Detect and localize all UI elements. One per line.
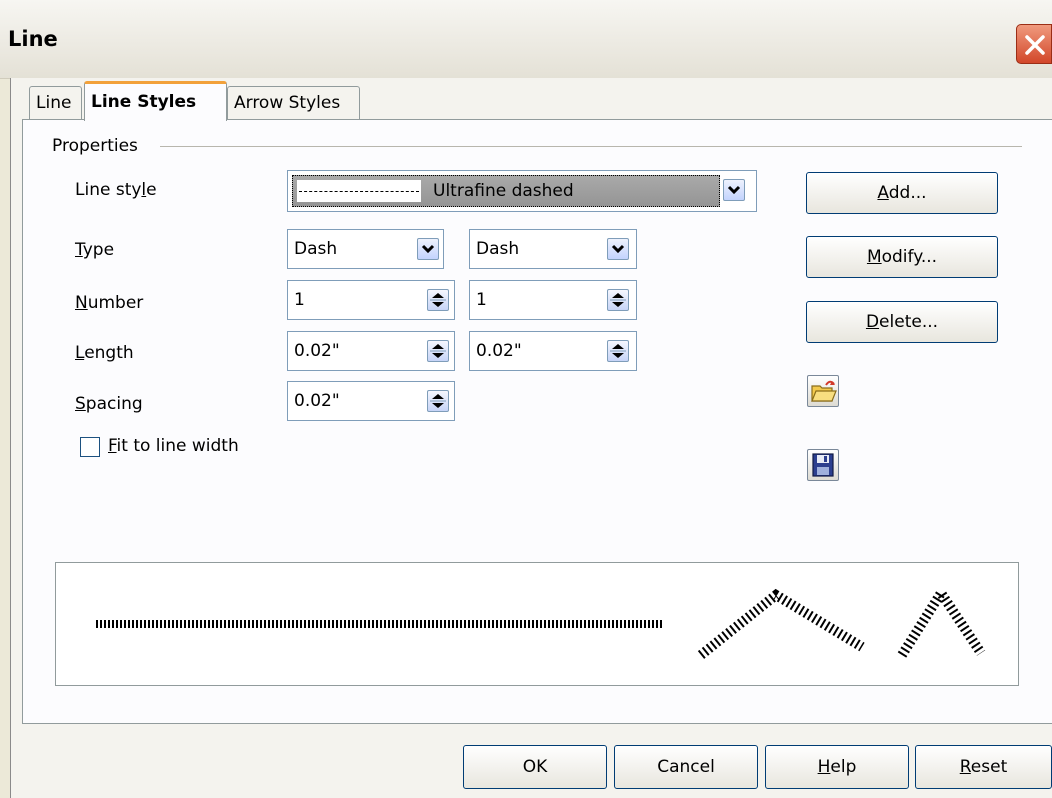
tab-line-styles-label: Line Styles: [91, 92, 197, 112]
number-input-2[interactable]: 1: [469, 280, 637, 320]
line-style-dropdown-button[interactable]: [723, 179, 745, 201]
chevron-down-icon: [611, 244, 625, 254]
length-value-1: 0.02": [294, 341, 340, 361]
properties-divider: [160, 146, 1022, 147]
fit-to-line-width-label: Fit to line width: [108, 436, 239, 456]
delete-button[interactable]: Delete...: [806, 301, 998, 343]
number-2-spinner[interactable]: [607, 289, 629, 311]
type-label: Type: [75, 240, 115, 260]
spacing-spinner[interactable]: [427, 390, 449, 412]
chevron-down-icon: [421, 244, 435, 254]
close-icon: [1025, 35, 1045, 55]
title-bar: Line: [0, 0, 1052, 79]
number-value-2: 1: [476, 290, 487, 310]
folder-open-icon: [811, 380, 837, 402]
floppy-save-icon: [812, 453, 834, 477]
length-label: Length: [75, 343, 134, 363]
length-1-spinner[interactable]: [427, 340, 449, 362]
spin-updown-icon: [610, 293, 626, 307]
cancel-button[interactable]: Cancel: [614, 745, 758, 789]
number-label: Number: [75, 293, 144, 313]
length-input-2[interactable]: 0.02": [469, 331, 637, 371]
fit-to-line-width-checkbox[interactable]: [80, 437, 100, 457]
line-style-selected: Ultrafine dashed: [292, 175, 720, 207]
modify-button[interactable]: Modify...: [806, 236, 998, 278]
type-2-dropdown-button[interactable]: [607, 238, 629, 260]
spacing-label: Spacing: [75, 394, 143, 414]
type-value-2: Dash: [476, 239, 520, 259]
line-style-select[interactable]: Ultrafine dashed: [287, 170, 757, 212]
tab-line-styles[interactable]: Line Styles: [84, 81, 227, 121]
line-style-preview: [55, 562, 1019, 686]
load-line-styles-button[interactable]: [807, 375, 839, 407]
number-1-spinner[interactable]: [427, 289, 449, 311]
ok-button[interactable]: OK: [463, 745, 607, 789]
spacing-input[interactable]: 0.02": [287, 381, 455, 421]
dashed-line-preview: [96, 583, 986, 659]
number-value-1: 1: [294, 290, 305, 310]
reset-button[interactable]: Reset: [915, 745, 1052, 789]
dialog-title: Line: [8, 27, 58, 51]
line-dialog: Line Line Line Styles Arrow Styles Prope…: [0, 0, 1052, 798]
line-style-value: Ultrafine dashed: [433, 181, 574, 201]
type-value-1: Dash: [294, 239, 338, 259]
length-2-spinner[interactable]: [607, 340, 629, 362]
properties-group-label: Properties: [52, 136, 138, 156]
tab-line[interactable]: Line: [29, 86, 82, 120]
spin-updown-icon: [430, 394, 446, 408]
number-input-1[interactable]: 1: [287, 280, 455, 320]
close-button[interactable]: [1016, 24, 1052, 64]
ok-label: OK: [522, 757, 548, 777]
type-select-1[interactable]: Dash: [287, 229, 444, 269]
save-line-styles-button[interactable]: [807, 449, 839, 481]
type-select-2[interactable]: Dash: [469, 229, 637, 269]
line-style-label: Line style: [75, 180, 157, 200]
length-input-1[interactable]: 0.02": [287, 331, 455, 371]
spacing-value: 0.02": [294, 391, 340, 411]
cancel-label: Cancel: [657, 757, 715, 777]
type-1-dropdown-button[interactable]: [417, 238, 439, 260]
spin-updown-icon: [430, 293, 446, 307]
chevron-down-icon: [727, 185, 741, 195]
length-value-2: 0.02": [476, 341, 522, 361]
spin-updown-icon: [430, 344, 446, 358]
tab-arrow-styles-label: Arrow Styles: [234, 93, 341, 113]
dash-sample: [297, 180, 421, 202]
help-button[interactable]: Help: [765, 745, 909, 789]
spin-updown-icon: [610, 344, 626, 358]
tab-arrow-styles[interactable]: Arrow Styles: [227, 86, 360, 120]
tab-line-label: Line: [36, 93, 72, 113]
add-button[interactable]: Add...: [806, 172, 998, 214]
